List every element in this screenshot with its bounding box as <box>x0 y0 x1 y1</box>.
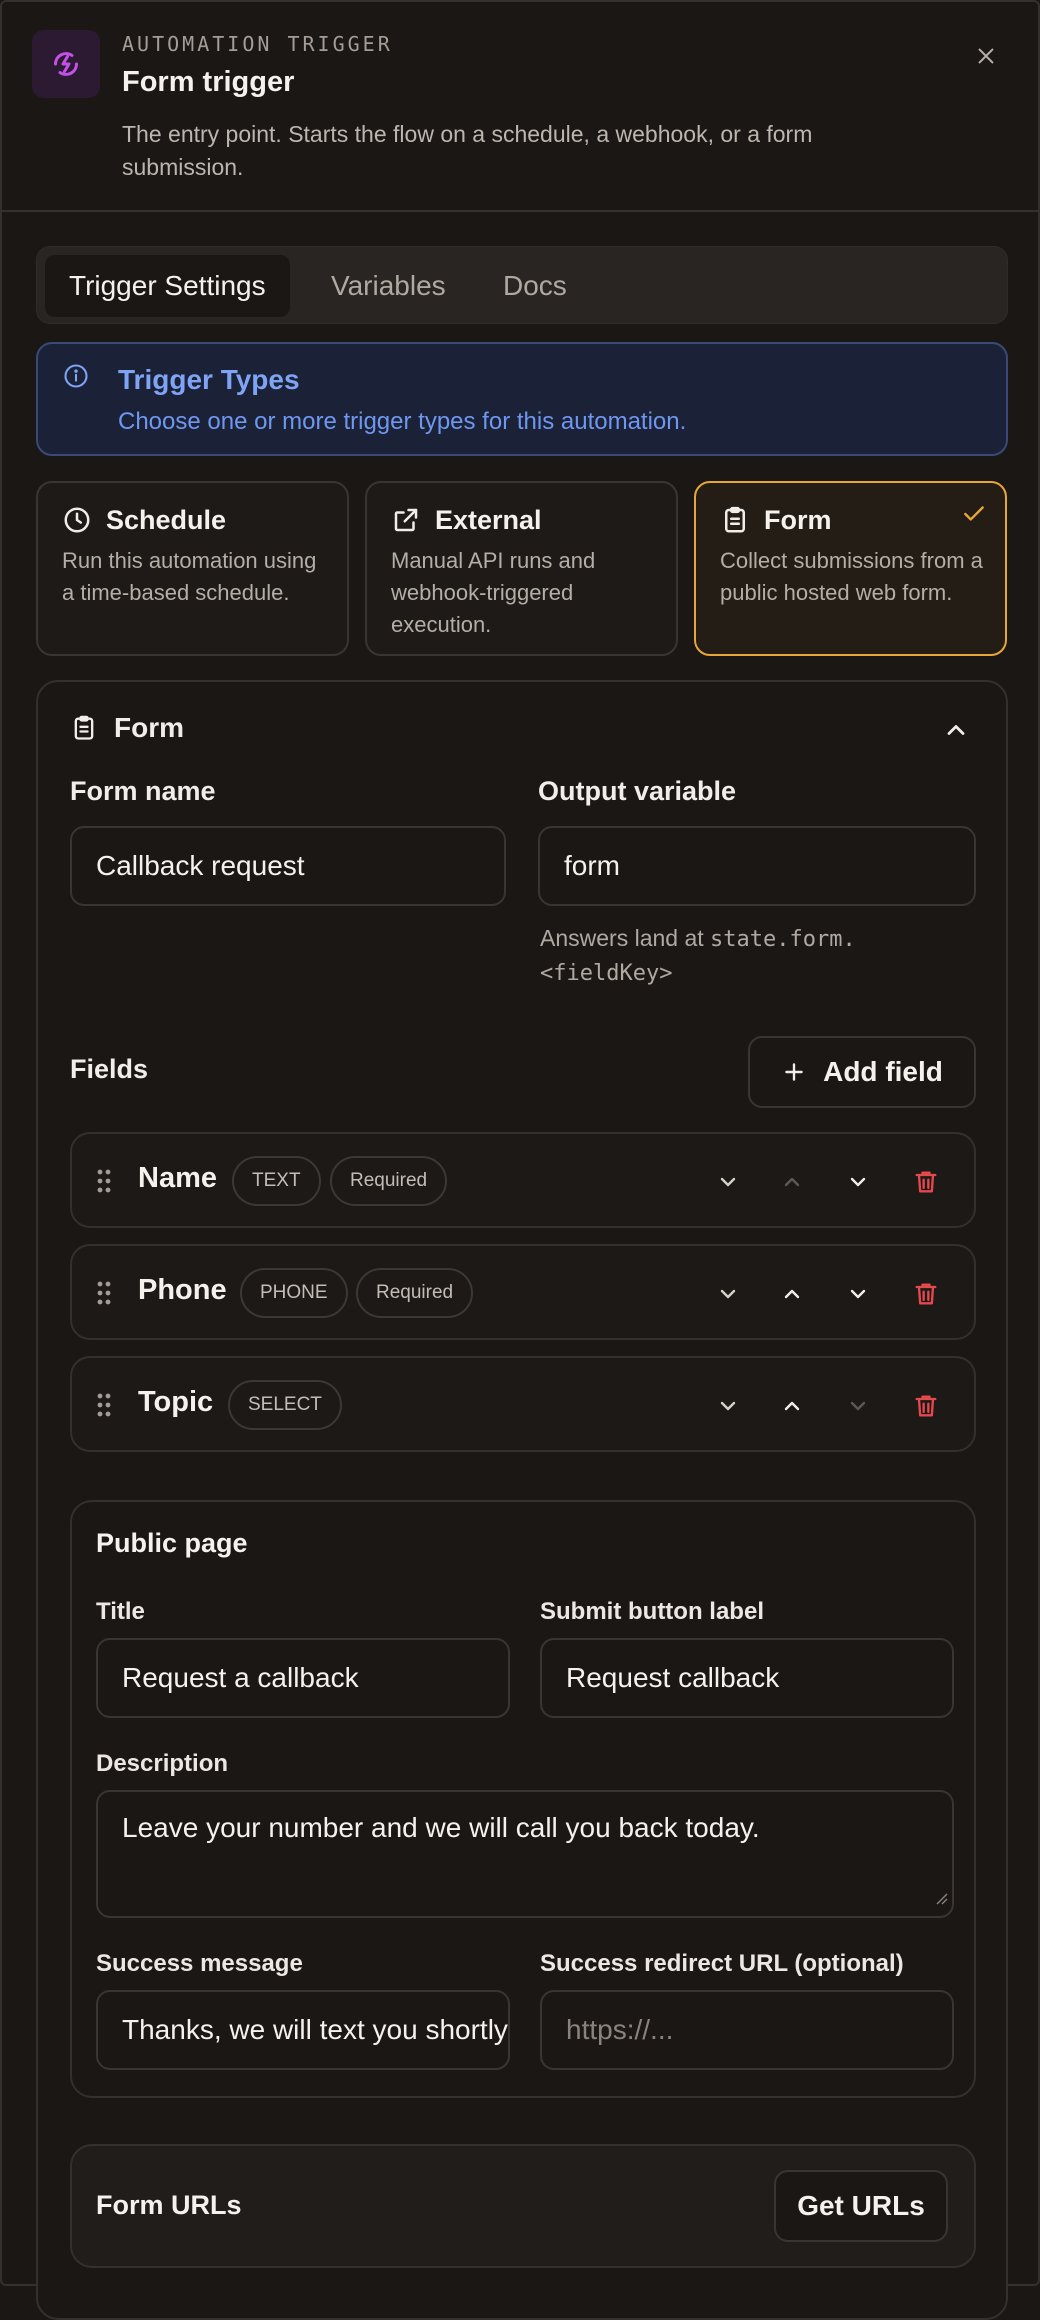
clipboard-icon <box>720 505 750 540</box>
form-urls-title: Form URLs <box>96 2190 242 2220</box>
field-row: Name TEXT Required <box>70 1132 976 1228</box>
form-urls-section: Form URLs Get URLs <box>70 2144 976 2268</box>
trigger-card-form[interactable]: Form Collect submissions from a public h… <box>694 481 1007 656</box>
fields-label: Fields <box>70 1054 149 1084</box>
required-badge: Required <box>356 1268 474 1318</box>
clock-icon <box>62 505 92 540</box>
trigger-types-alert: Trigger Types Choose one or more trigger… <box>36 342 1008 456</box>
expand-field-button[interactable] <box>712 1166 744 1198</box>
chevron-down-icon <box>720 1289 736 1299</box>
form-section: Form Form name Callback request Output v… <box>36 680 1008 2320</box>
move-up-button[interactable] <box>776 1390 808 1422</box>
expand-field-button[interactable] <box>712 1390 744 1422</box>
tab-variables[interactable]: Variables <box>307 255 470 317</box>
panel-header: AUTOMATION TRIGGER Form trigger The entr… <box>2 2 1038 212</box>
trigger-card-description: Collect submissions from a public hosted… <box>720 548 983 605</box>
trigger-card-external[interactable]: External Manual API runs and webhook-tri… <box>365 481 678 656</box>
drag-handle-icon[interactable] <box>96 1168 112 1199</box>
description-label: Description <box>96 1750 229 1777</box>
delete-field-button[interactable] <box>910 1166 942 1198</box>
trigger-card-schedule[interactable]: Schedule Run this automation using a tim… <box>36 481 349 656</box>
arrow-down-icon <box>850 1177 866 1187</box>
submit-label-input[interactable]: Request callback <box>540 1638 954 1718</box>
trash-icon <box>915 1395 937 1417</box>
alert-description: Choose one or more trigger types for thi… <box>118 408 687 435</box>
success-redirect-label: Success redirect URL (optional) <box>540 1950 904 1977</box>
trigger-card-name: Form <box>764 505 832 535</box>
trigger-card-name: External <box>435 505 542 535</box>
eyebrow-label: AUTOMATION TRIGGER <box>122 32 393 56</box>
output-variable-label: Output variable <box>538 776 737 806</box>
field-type-badge: PHONE <box>240 1268 348 1318</box>
drag-handle-icon[interactable] <box>96 1392 112 1423</box>
description-text: Leave your number and we will call you b… <box>122 1812 760 1843</box>
form-name-input[interactable]: Callback request <box>70 826 506 906</box>
field-name: Topic <box>138 1386 214 1418</box>
trigger-card-description: Manual API runs and webhook-triggered ex… <box>391 548 596 637</box>
field-name: Name <box>138 1162 217 1194</box>
success-redirect-input[interactable]: https://... <box>540 1990 954 2070</box>
delete-field-button[interactable] <box>910 1390 942 1422</box>
move-up-button[interactable] <box>776 1278 808 1310</box>
trigger-card-description: Run this automation using a time-based s… <box>62 548 317 605</box>
move-down-button[interactable] <box>842 1390 874 1422</box>
success-message-input[interactable]: Thanks, we will text you shortly. <box>96 1990 510 2070</box>
output-variable-input[interactable]: form <box>538 826 976 906</box>
arrow-down-icon <box>850 1401 866 1411</box>
info-icon <box>62 362 90 395</box>
add-field-button[interactable]: Add field <box>748 1036 976 1108</box>
move-up-button[interactable] <box>776 1166 808 1198</box>
tab-bar: Trigger Settings Variables Docs <box>36 246 1008 324</box>
move-down-button[interactable] <box>842 1166 874 1198</box>
plus-icon <box>785 1063 803 1081</box>
add-field-label: Add field <box>823 1056 943 1087</box>
drag-handle-icon[interactable] <box>96 1280 112 1311</box>
field-row: Topic SELECT <box>70 1356 976 1452</box>
required-badge: Required <box>330 1156 448 1206</box>
chevron-down-icon <box>720 1177 736 1187</box>
tab-docs[interactable]: Docs <box>479 255 591 317</box>
form-section-title: Form <box>114 712 184 743</box>
chevron-down-icon <box>720 1401 736 1411</box>
delete-field-button[interactable] <box>910 1278 942 1310</box>
field-row: Phone PHONE Required <box>70 1244 976 1340</box>
arrow-up-icon <box>784 1401 800 1411</box>
arrow-up-icon <box>784 1177 800 1187</box>
tab-trigger-settings[interactable]: Trigger Settings <box>45 255 290 317</box>
expand-field-button[interactable] <box>712 1278 744 1310</box>
field-type-badge: TEXT <box>232 1156 321 1206</box>
arrow-down-icon <box>850 1289 866 1299</box>
chevron-up-icon <box>947 725 965 735</box>
resize-handle-icon[interactable] <box>934 1880 948 1912</box>
check-icon <box>961 501 987 532</box>
panel-description: The entry point. Starts the flow on a sc… <box>122 121 813 180</box>
success-message-label: Success message <box>96 1950 303 1977</box>
get-urls-button[interactable]: Get URLs <box>774 2170 948 2242</box>
submit-button-label-label: Submit button label <box>540 1598 764 1625</box>
trash-icon <box>915 1171 937 1193</box>
alert-title: Trigger Types <box>118 364 300 395</box>
field-type-badge: SELECT <box>228 1380 342 1430</box>
trigger-card-name: Schedule <box>106 505 227 535</box>
page-title-input[interactable]: Request a callback <box>96 1638 510 1718</box>
move-down-button[interactable] <box>842 1278 874 1310</box>
close-icon <box>978 48 994 64</box>
public-page-title: Public page <box>96 1528 248 1558</box>
collapse-section-button[interactable] <box>942 716 970 749</box>
description-textarea[interactable]: Leave your number and we will call you b… <box>96 1790 954 1918</box>
arrow-up-icon <box>784 1289 800 1299</box>
trigger-panel: AUTOMATION TRIGGER Form trigger The entr… <box>0 0 1040 2320</box>
hint-text: Answers land at <box>540 925 711 951</box>
output-variable-hint: Answers land at state.form.<fieldKey> <box>540 922 920 990</box>
form-name-label: Form name <box>70 776 216 806</box>
field-name: Phone <box>138 1274 227 1306</box>
external-link-icon <box>391 505 421 540</box>
panel-title: Form trigger <box>122 66 295 98</box>
title-label: Title <box>96 1598 145 1625</box>
close-button[interactable] <box>970 40 1002 72</box>
automation-bolt-icon <box>32 30 100 98</box>
clipboard-icon <box>70 714 98 747</box>
trash-icon <box>915 1283 937 1305</box>
public-page-section: Public page Title Request a callback Sub… <box>70 1500 976 2098</box>
